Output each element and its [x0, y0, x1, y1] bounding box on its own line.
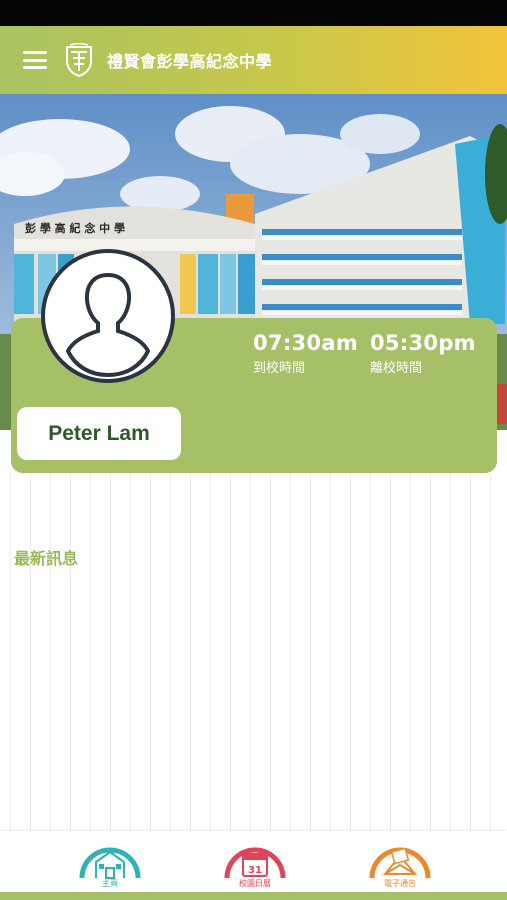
bottom-navigation: 主頁 31 校園日曆 電子通告 — [0, 831, 507, 892]
envelope-icon — [369, 847, 431, 879]
school-home-icon — [79, 847, 141, 879]
departure-time: 05:30pm — [370, 331, 476, 355]
status-bar — [0, 0, 507, 26]
news-content-area — [0, 473, 507, 831]
nav-home-button[interactable]: 主頁 — [70, 831, 150, 892]
nav-notice-button[interactable]: 電子通告 — [360, 831, 440, 892]
arrival-label: 到校時間 — [253, 361, 306, 376]
departure-time-block: 05:30pm 離校時間 — [370, 331, 476, 376]
student-name: Peter Lam — [48, 421, 150, 445]
bottom-accent-strip — [0, 892, 507, 900]
calendar-icon: 31 — [224, 847, 286, 879]
hamburger-menu-icon[interactable] — [23, 51, 47, 69]
app-header: 禮賢會彭學高紀念中學 — [0, 26, 507, 94]
school-crest-icon — [66, 43, 92, 77]
arrival-time-block: 07:30am 到校時間 — [253, 331, 358, 376]
student-name-badge: Peter Lam — [17, 407, 181, 460]
arrival-time: 07:30am — [253, 331, 358, 355]
calendar-day-number: 31 — [248, 865, 262, 876]
nav-calendar-label: 校園日曆 — [239, 879, 271, 888]
nav-calendar-button[interactable]: 31 校園日曆 — [215, 831, 295, 892]
school-name: 禮賢會彭學高紀念中學 — [107, 52, 273, 71]
nav-home-label: 主頁 — [102, 879, 118, 888]
hero-banner-text: 彭 學 高 紀 念 中 學 — [25, 221, 125, 235]
nav-notice-label: 電子通告 — [384, 879, 416, 888]
person-silhouette-icon — [41, 249, 175, 383]
news-section-title: 最新訊息 — [14, 549, 79, 568]
departure-label: 離校時間 — [370, 361, 423, 376]
